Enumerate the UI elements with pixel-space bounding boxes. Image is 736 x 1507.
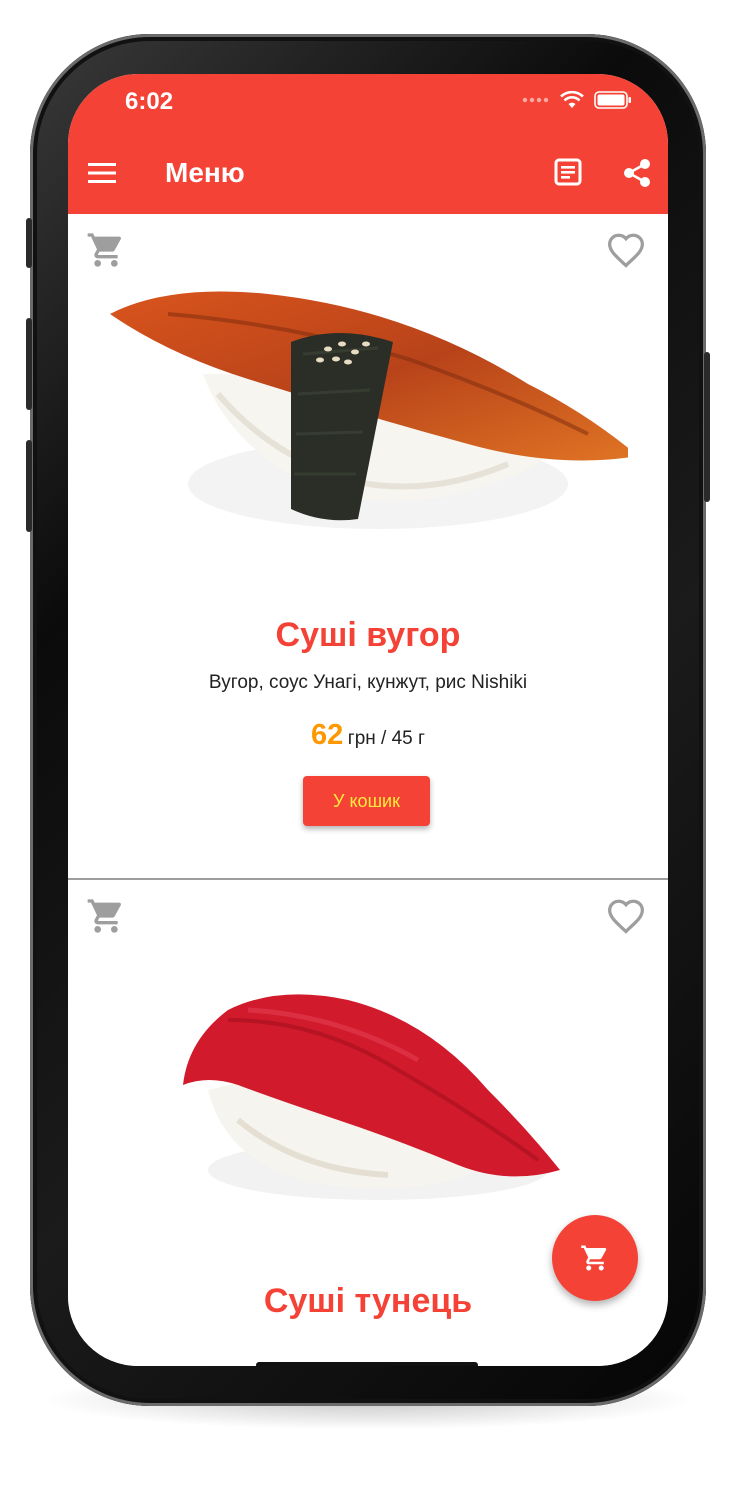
wifi-icon	[560, 90, 584, 108]
app-bar: 6:02 Меню	[68, 74, 668, 214]
app-screen: 6:02 Меню Суші вугор Вугор, соус Унагі, …	[68, 74, 668, 1366]
menu-icon[interactable]	[88, 162, 116, 184]
battery-icon	[594, 91, 631, 109]
product-card: Суші вугор Вугор, соус Унагі, кунжут, ри…	[68, 214, 668, 880]
receipt-icon[interactable]	[554, 158, 582, 186]
cart-fab[interactable]	[552, 1215, 638, 1301]
price-unit: грн / 45 г	[347, 728, 425, 749]
product-image-tuna-sushi	[183, 994, 560, 1200]
add-to-cart-icon[interactable]	[86, 896, 126, 936]
product-price: 62 грн / 45 г	[68, 719, 668, 752]
add-to-cart-icon[interactable]	[86, 230, 126, 270]
product-description: Вугор, соус Унагі, кунжут, рис Nishiki	[208, 672, 528, 693]
add-to-cart-button[interactable]: У кошик	[303, 776, 430, 826]
home-indicator	[256, 1362, 478, 1366]
product-name: Суші вугор	[275, 616, 461, 654]
price-value: 62	[311, 719, 344, 751]
cart-icon	[581, 1245, 607, 1271]
page-title: Меню	[165, 157, 245, 188]
signal-icon	[522, 97, 549, 103]
status-icons	[522, 90, 632, 110]
mute-switch	[26, 218, 32, 268]
volume-down-button	[26, 440, 32, 532]
volume-up-button	[26, 318, 32, 410]
favorite-heart-icon[interactable]	[606, 232, 646, 268]
product-image-eel-sushi	[110, 291, 628, 529]
status-time: 6:02	[125, 88, 174, 115]
favorite-heart-icon[interactable]	[606, 898, 646, 934]
share-icon[interactable]	[622, 158, 652, 188]
power-button	[704, 352, 710, 502]
